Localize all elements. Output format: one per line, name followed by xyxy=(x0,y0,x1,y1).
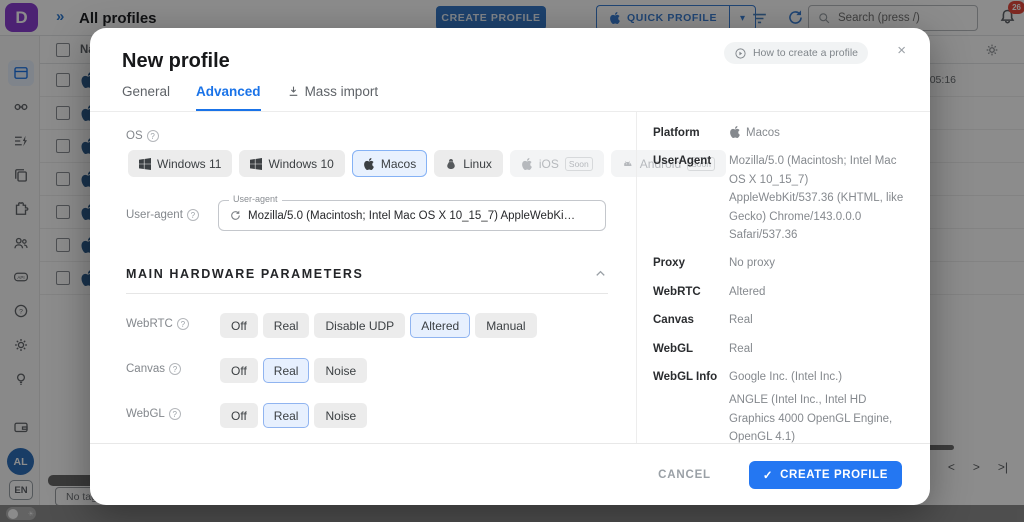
webrtc-disable-udp[interactable]: Disable UDP xyxy=(314,313,405,338)
soon-badge: Soon xyxy=(565,157,593,171)
question-icon[interactable]: ? xyxy=(169,408,181,420)
chip-label: Windows 11 xyxy=(157,157,221,171)
summary-value: Google Inc. (Intel Inc.) xyxy=(729,371,842,383)
question-icon[interactable]: ? xyxy=(169,363,181,375)
summary-value: Real xyxy=(729,311,753,329)
new-profile-modal: New profile How to create a profile × Ge… xyxy=(90,28,930,505)
main-hardware-section-header[interactable]: MAIN HARDWARE PARAMETERS xyxy=(126,266,608,294)
summary-value: Mozilla/5.0 (Macintosh; Intel Mac OS X 1… xyxy=(729,152,904,244)
os-option-windows-10[interactable]: Windows 10 xyxy=(239,150,344,177)
canvas-noise[interactable]: Noise xyxy=(314,358,367,383)
summary-label: WebGL xyxy=(653,340,729,358)
webrtc-manual[interactable]: Manual xyxy=(475,313,536,338)
linux-icon xyxy=(445,158,457,170)
question-icon[interactable]: ? xyxy=(177,318,189,330)
summary-label: Proxy xyxy=(653,254,729,272)
create-profile-button[interactable]: ✓ CREATE PROFILE xyxy=(749,461,902,489)
chip-label: Linux xyxy=(463,157,492,171)
chevron-up-icon[interactable] xyxy=(593,266,608,281)
user-agent-label: User-agent ? xyxy=(126,209,199,221)
canvas-off[interactable]: Off xyxy=(220,358,258,383)
summary-row-webgl: WebGL Real xyxy=(653,340,904,358)
question-icon[interactable]: ? xyxy=(147,130,159,142)
webgl-label-text: WebGL xyxy=(126,408,165,420)
chip-label: Windows 10 xyxy=(268,157,333,171)
webrtc-off[interactable]: Off xyxy=(220,313,258,338)
how-to-create-button[interactable]: How to create a profile xyxy=(724,42,868,64)
summary-row-proxy: Proxy No proxy xyxy=(653,254,904,272)
apple-icon xyxy=(363,158,375,170)
android-icon xyxy=(622,158,634,170)
user-agent-field[interactable]: User-agent xyxy=(218,200,606,231)
os-option-linux[interactable]: Linux xyxy=(434,150,503,177)
app-screen: D » All profiles CREATE PROFILE QUICK PR… xyxy=(0,0,1024,522)
webrtc-altered[interactable]: Altered xyxy=(410,313,470,338)
os-label-text: OS xyxy=(126,130,143,142)
summary-row-canvas: Canvas Real xyxy=(653,311,904,329)
webgl-off[interactable]: Off xyxy=(220,403,258,428)
tab-general[interactable]: General xyxy=(122,84,170,111)
summary-row-webgl-info: WebGL Info Google Inc. (Intel Inc.) ANGL… xyxy=(653,368,904,443)
modal-tabs: General Advanced Mass import xyxy=(122,84,378,111)
tab-advanced[interactable]: Advanced xyxy=(196,84,261,111)
webrtc-options: Off Real Disable UDP Altered Manual xyxy=(220,313,537,338)
field-floating-label: User-agent xyxy=(229,194,282,204)
webgl-real[interactable]: Real xyxy=(263,403,310,428)
os-label: OS ? xyxy=(126,130,159,142)
modal-footer: CANCEL ✓ CREATE PROFILE xyxy=(90,443,930,505)
summary-label: UserAgent xyxy=(653,152,729,244)
question-icon[interactable]: ? xyxy=(187,209,199,221)
summary-label: WebGL Info xyxy=(653,368,729,443)
os-option-windows-11[interactable]: Windows 11 xyxy=(128,150,232,177)
webgl-options: Off Real Noise xyxy=(220,403,367,428)
section-title: MAIN HARDWARE PARAMETERS xyxy=(126,267,363,281)
tab-mass-import[interactable]: Mass import xyxy=(287,84,379,111)
profile-summary-panel: Platform Macos UserAgent Mozilla/5.0 (Ma… xyxy=(636,112,904,443)
summary-row-useragent: UserAgent Mozilla/5.0 (Macintosh; Intel … xyxy=(653,152,904,244)
os-option-ios: iOS Soon xyxy=(510,150,604,177)
webgl-noise[interactable]: Noise xyxy=(314,403,367,428)
canvas-real[interactable]: Real xyxy=(263,358,310,383)
how-to-create-label: How to create a profile xyxy=(753,47,858,59)
canvas-label: Canvas ? xyxy=(126,363,181,375)
webrtc-label: WebRTC ? xyxy=(126,318,189,330)
summary-value: Real xyxy=(729,340,753,358)
close-icon[interactable]: × xyxy=(897,42,906,59)
download-icon xyxy=(287,85,300,98)
cancel-button[interactable]: CANCEL xyxy=(658,469,711,481)
user-agent-input[interactable] xyxy=(248,210,578,222)
chip-label: Macos xyxy=(381,157,416,171)
summary-value: Macos xyxy=(746,124,780,142)
canvas-options: Off Real Noise xyxy=(220,358,367,383)
webgl-label: WebGL ? xyxy=(126,408,181,420)
chip-label: iOS xyxy=(539,157,559,171)
webrtc-real[interactable]: Real xyxy=(263,313,310,338)
windows-icon xyxy=(250,158,262,170)
apple-icon xyxy=(521,158,533,170)
summary-row-platform: Platform Macos xyxy=(653,124,904,142)
canvas-label-text: Canvas xyxy=(126,363,165,375)
summary-value: No proxy xyxy=(729,254,775,272)
summary-value: Altered xyxy=(729,283,765,301)
modal-title: New profile xyxy=(122,50,230,73)
windows-icon xyxy=(139,158,151,170)
tab-mass-import-label: Mass import xyxy=(305,84,379,99)
summary-label: Canvas xyxy=(653,311,729,329)
summary-label: Platform xyxy=(653,124,729,142)
create-profile-label: CREATE PROFILE xyxy=(780,469,888,481)
summary-label: WebRTC xyxy=(653,283,729,301)
user-agent-label-text: User-agent xyxy=(126,209,183,221)
regenerate-ua-icon[interactable] xyxy=(229,209,242,222)
os-option-macos[interactable]: Macos xyxy=(352,150,427,177)
summary-value-2: ANGLE (Intel Inc., Intel HD Graphics 400… xyxy=(729,391,904,443)
check-icon: ✓ xyxy=(763,468,773,482)
apple-icon xyxy=(729,126,741,138)
video-play-icon xyxy=(734,47,747,60)
webrtc-label-text: WebRTC xyxy=(126,318,173,330)
summary-row-webrtc: WebRTC Altered xyxy=(653,283,904,301)
